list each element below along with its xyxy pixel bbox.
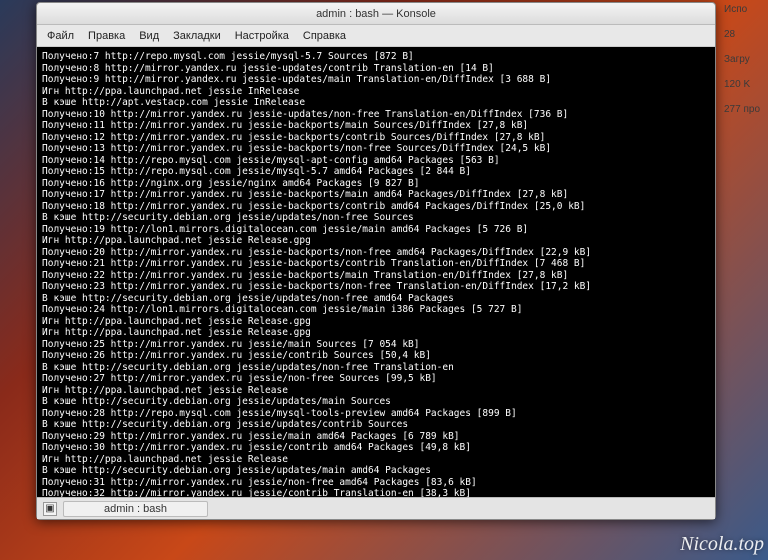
watermark-text: Nicola.top xyxy=(680,533,764,556)
tab-bar: ▣ admin : bash xyxy=(37,497,715,519)
menu-file[interactable]: Файл xyxy=(47,25,74,46)
terminal-output[interactable]: Получено:7 http://repo.mysql.com jessie/… xyxy=(37,47,715,497)
system-monitor-panel: Испо 28 Загру 120 K 277 про xyxy=(722,0,768,560)
window-title: admin : bash — Konsole xyxy=(316,8,436,20)
konsole-window: admin : bash — Konsole Файл Правка Вид З… xyxy=(36,2,716,520)
side-load-label: Загру xyxy=(724,54,766,65)
menu-bookmarks[interactable]: Закладки xyxy=(173,25,221,46)
menu-edit[interactable]: Правка xyxy=(88,25,125,46)
menu-settings[interactable]: Настройка xyxy=(235,25,289,46)
tab-admin-bash[interactable]: admin : bash xyxy=(63,501,208,517)
new-tab-icon[interactable]: ▣ xyxy=(43,502,57,516)
side-heading: Испо xyxy=(724,4,766,15)
window-titlebar[interactable]: admin : bash — Konsole xyxy=(37,3,715,25)
menubar: Файл Правка Вид Закладки Настройка Справ… xyxy=(37,25,715,47)
menu-view[interactable]: Вид xyxy=(139,25,159,46)
side-cpu: 28 xyxy=(724,29,766,40)
side-load-value: 120 K xyxy=(724,79,766,90)
side-procs: 277 про xyxy=(724,104,766,115)
menu-help[interactable]: Справка xyxy=(303,25,346,46)
